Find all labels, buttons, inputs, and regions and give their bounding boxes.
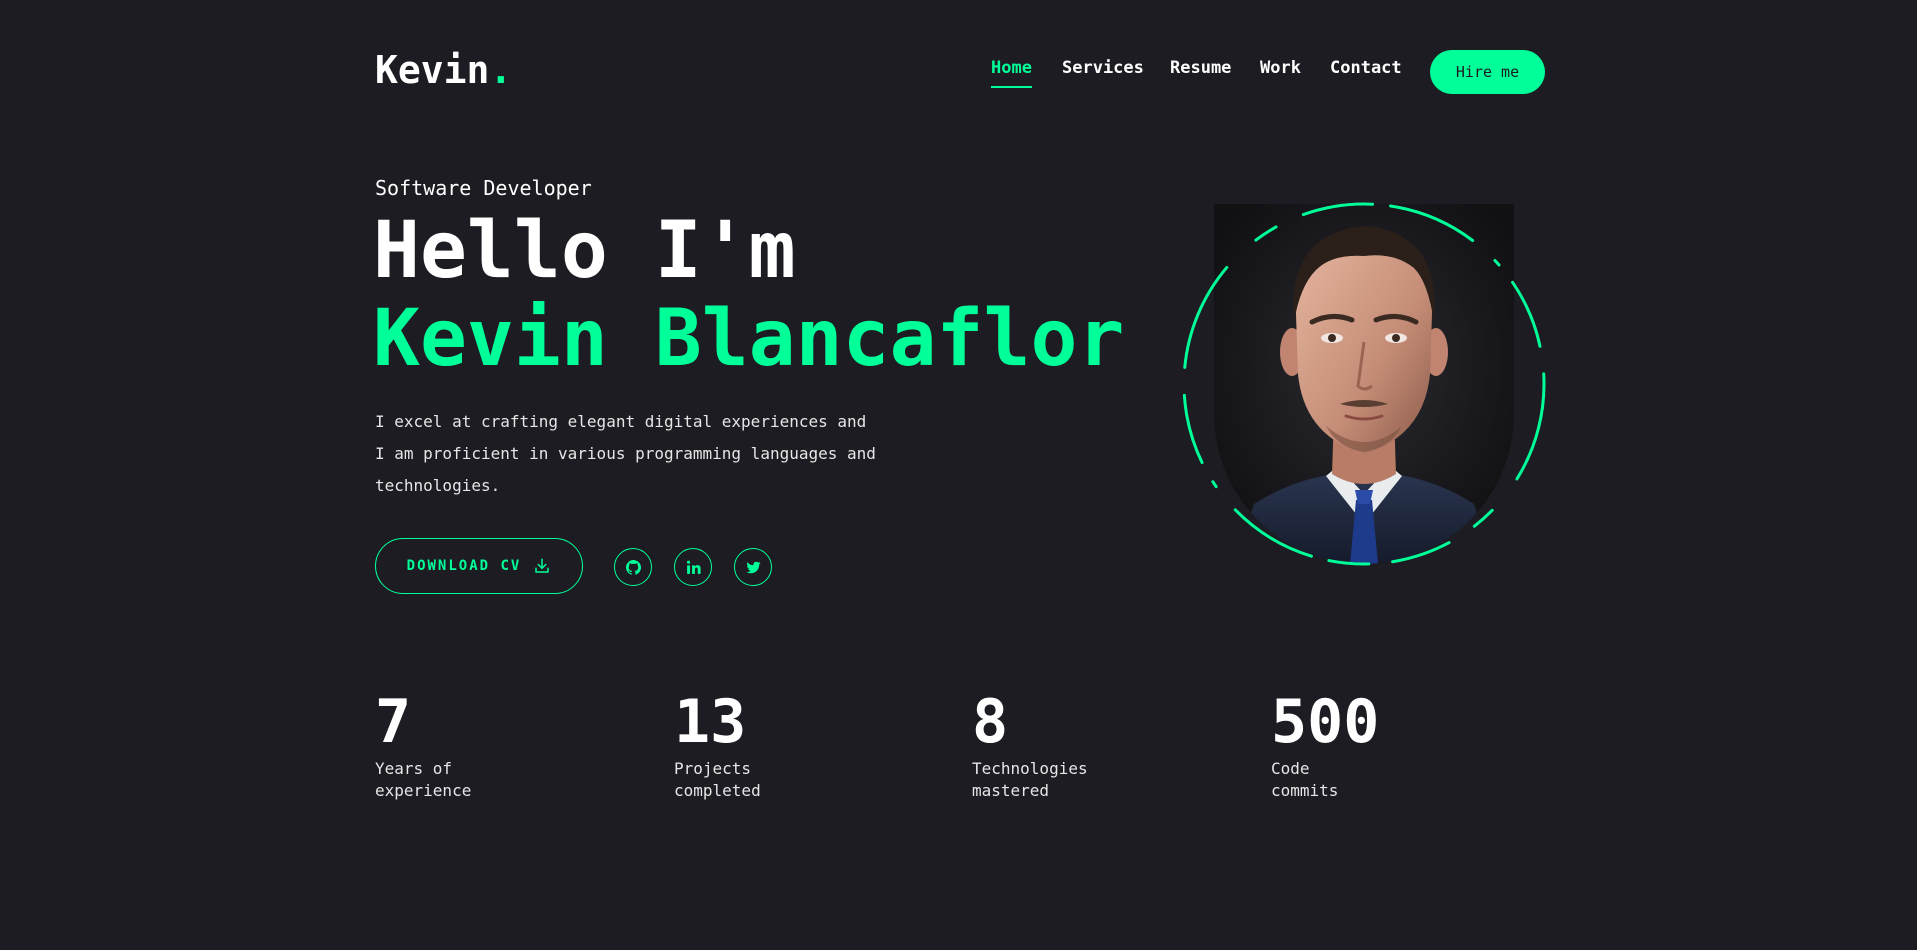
stat-commits: 500 Code commits	[1271, 688, 1401, 802]
stat-label-line: Years of	[375, 759, 453, 778]
nav-item-home[interactable]: Home	[991, 58, 1032, 88]
bio-paragraph: I excel at crafting elegant digital expe…	[375, 406, 895, 502]
stat-value: 8	[972, 687, 1009, 757]
stat-label-line: mastered	[972, 781, 1050, 800]
stat-label-line: Projects	[674, 759, 752, 778]
linkedin-icon	[686, 560, 701, 574]
github-button[interactable]	[614, 548, 652, 586]
stat-label-line: Technologies	[972, 759, 1088, 778]
stat-value: 7	[375, 687, 412, 757]
stat-label: Code commits	[1271, 758, 1401, 802]
github-icon	[625, 559, 641, 575]
stat-label-line: experience	[375, 781, 472, 800]
download-cv-label: DOWNLOAD CV	[406, 558, 522, 574]
nav-item-contact[interactable]: Contact	[1330, 58, 1402, 86]
nav-item-services[interactable]: Services	[1062, 58, 1144, 86]
bio-line: I excel at crafting elegant digital expe…	[375, 412, 867, 431]
bio-line: technologies.	[375, 476, 501, 495]
dashed-ring	[1182, 202, 1546, 566]
linkedin-button[interactable]	[674, 548, 712, 586]
nav-item-work[interactable]: Work	[1260, 58, 1301, 86]
stat-label-line: Code	[1271, 759, 1310, 778]
stat-label: Projects completed	[674, 758, 804, 802]
page: Kevin. Home Services Resume Work Contact…	[0, 0, 1917, 950]
name-heading: Kevin Blancaflor	[373, 294, 1125, 384]
stat-projects: 13 Projects completed	[674, 688, 804, 802]
twitter-button[interactable]	[734, 548, 772, 586]
stat-years: 7 Years of experience	[375, 688, 505, 802]
download-cv-button[interactable]: DOWNLOAD CV	[375, 538, 583, 594]
bio-line: I am proficient in various programming l…	[375, 444, 876, 463]
stat-technologies: 8 Technologies mastered	[972, 688, 1102, 802]
twitter-icon	[745, 561, 761, 573]
stat-label: Technologies mastered	[972, 758, 1102, 802]
nav-item-resume[interactable]: Resume	[1170, 58, 1231, 86]
stat-value: 500	[1271, 687, 1380, 757]
main-nav: Home Services Resume Work Contact	[0, 58, 1917, 88]
stat-label: Years of experience	[375, 758, 505, 802]
greeting-heading: Hello I'm	[373, 206, 796, 296]
stat-label-line: completed	[674, 781, 761, 800]
stat-value: 13	[674, 687, 747, 757]
role-subtitle: Software Developer	[375, 176, 592, 200]
portrait	[1180, 200, 1548, 568]
stat-label-line: commits	[1271, 781, 1339, 800]
download-icon	[535, 558, 550, 573]
hire-me-button[interactable]: Hire me	[1430, 50, 1545, 94]
